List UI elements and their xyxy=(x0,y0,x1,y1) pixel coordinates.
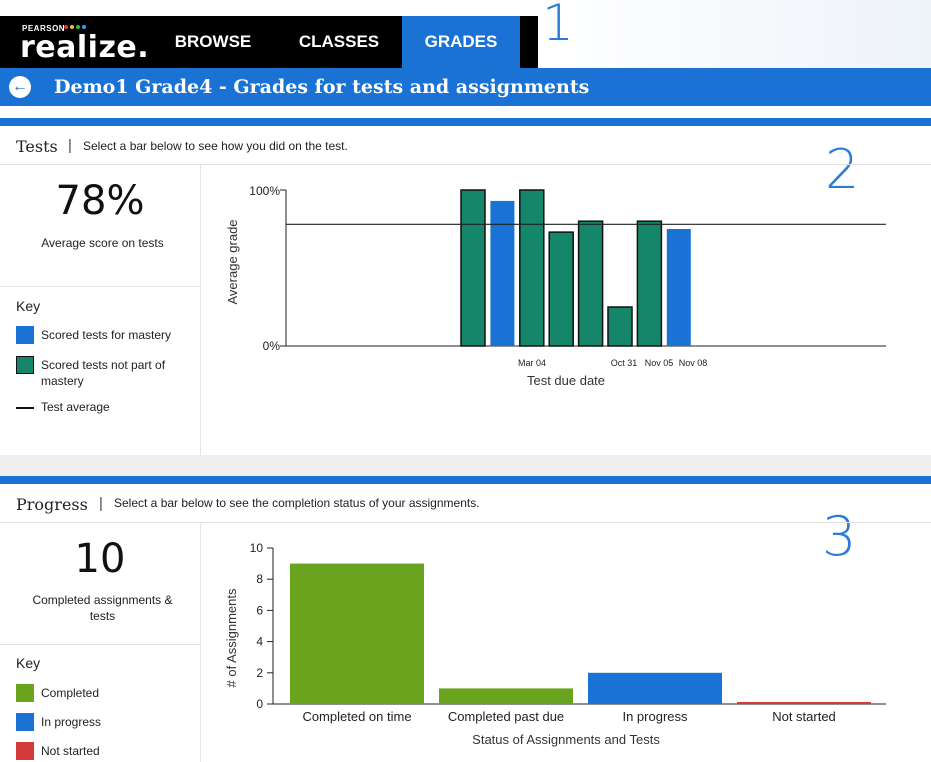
progress-y-tick-label: 6 xyxy=(256,603,263,617)
key-item-completed: Completed xyxy=(16,684,191,704)
progress-description: Select a bar below to see the completion… xyxy=(114,496,480,510)
tests-separator: | xyxy=(68,137,72,154)
tests-x-tick-nov08: Nov 08 xyxy=(679,358,708,368)
key-label-not-mastery: Scored tests not part of mastery xyxy=(41,358,166,388)
progress-y-tick-label: 0 xyxy=(256,697,263,711)
progress-y-tick-label: 8 xyxy=(256,572,263,586)
test-bar[interactable] xyxy=(666,229,691,346)
progress-bar[interactable] xyxy=(439,688,573,704)
progress-y-axis-label: # of Assignments xyxy=(224,588,239,687)
progress-x-tick-label: Completed on time xyxy=(302,709,411,724)
key-item-in-progress: In progress xyxy=(16,713,191,733)
test-bar[interactable] xyxy=(607,306,633,347)
key-item-test-average: Test average xyxy=(16,398,191,418)
progress-key-divider xyxy=(0,644,200,645)
tests-average-label: Average score on tests xyxy=(41,236,164,250)
section-divider xyxy=(0,118,931,126)
progress-separator: | xyxy=(99,495,103,512)
tests-x-tick-oct31: Oct 31 xyxy=(611,358,638,368)
progress-y-tick-label: 2 xyxy=(256,666,263,680)
realize-logo[interactable]: PEARSON realize. xyxy=(18,18,149,66)
test-bar[interactable] xyxy=(460,189,486,347)
tab-grades[interactable]: GRADES xyxy=(402,16,520,68)
progress-heading: Progress xyxy=(16,495,88,514)
page-title: Demo1 Grade4 - Grades for tests and assi… xyxy=(54,76,590,98)
header-background xyxy=(540,0,931,70)
progress-chart: # of Assignments 0 2 4 6 8 10 Completed on ti… xyxy=(224,541,886,747)
key-label-test-average: Test average xyxy=(41,400,110,414)
completed-swatch xyxy=(16,684,34,702)
progress-section-header: Progress | Select a bar below to see the… xyxy=(0,484,931,523)
mastery-swatch xyxy=(16,326,34,344)
test-bar[interactable] xyxy=(490,200,515,346)
progress-x-tick-label: In progress xyxy=(622,709,688,724)
page-title-bar: ← Demo1 Grade4 - Grades for tests and as… xyxy=(0,68,931,106)
test-bar[interactable] xyxy=(636,220,663,347)
tests-x-axis-label: Test due date xyxy=(527,373,605,388)
annotation-1: 1 xyxy=(542,0,574,52)
progress-divider xyxy=(0,476,931,484)
tests-key-heading: Key xyxy=(16,298,41,314)
tests-y-tick-100: 100% xyxy=(249,184,280,198)
progress-x-tick-label: Not started xyxy=(772,709,836,724)
progress-bar[interactable] xyxy=(290,563,424,704)
tests-key-divider xyxy=(0,286,200,287)
completed-label: Completed assignments & tests xyxy=(32,593,173,623)
top-navigation: PEARSON realize. BROWSE CLASSES GRADES xyxy=(0,16,538,68)
test-bar[interactable] xyxy=(519,189,545,347)
tests-y-axis-label: Average grade xyxy=(225,219,240,304)
tests-chart: Average grade 100% 0% Mar 04 Oct 31 Nov … xyxy=(225,184,886,388)
tests-x-tick-nov05: Nov 05 xyxy=(645,358,674,368)
test-bar[interactable] xyxy=(577,220,604,347)
progress-y-tick-label: 4 xyxy=(256,635,263,649)
test-bar[interactable] xyxy=(548,231,574,347)
progress-x-tick-label: Completed past due xyxy=(448,709,564,724)
not-mastery-swatch xyxy=(16,356,34,374)
progress-x-axis-label: Status of Assignments and Tests xyxy=(472,732,660,747)
key-label-mastery: Scored tests for mastery xyxy=(41,328,172,342)
key-item-mastery: Scored tests for mastery xyxy=(16,326,191,346)
progress-bar[interactable] xyxy=(737,702,871,704)
tests-description: Select a bar below to see how you did on… xyxy=(83,139,348,153)
key-label-completed: Completed xyxy=(41,686,100,700)
tab-browse[interactable]: BROWSE xyxy=(152,16,274,68)
progress-bar[interactable] xyxy=(588,672,722,704)
back-arrow-icon[interactable]: ← xyxy=(9,76,31,98)
completed-count: 10 xyxy=(74,536,126,582)
in-progress-swatch xyxy=(16,713,34,731)
progress-key-heading: Key xyxy=(16,655,41,671)
tests-y-tick-0: 0% xyxy=(263,339,281,353)
tests-average-value: 78% xyxy=(55,178,145,224)
tests-heading: Tests xyxy=(16,137,58,156)
key-label-in-progress: In progress xyxy=(41,715,102,729)
logo-word: realize. xyxy=(20,30,150,65)
section-spacer xyxy=(0,455,931,476)
average-line-swatch xyxy=(16,407,34,409)
key-item-not-started: Not started xyxy=(16,742,191,762)
key-label-not-started: Not started xyxy=(41,744,100,758)
key-item-not-mastery: Scored tests not part of mastery xyxy=(16,356,191,390)
tests-section-header: Tests | Select a bar below to see how yo… xyxy=(0,126,931,165)
tab-classes[interactable]: CLASSES xyxy=(278,16,400,68)
not-started-swatch xyxy=(16,742,34,760)
progress-y-tick-label: 10 xyxy=(250,541,264,555)
tests-x-tick-mar04: Mar 04 xyxy=(518,358,546,368)
